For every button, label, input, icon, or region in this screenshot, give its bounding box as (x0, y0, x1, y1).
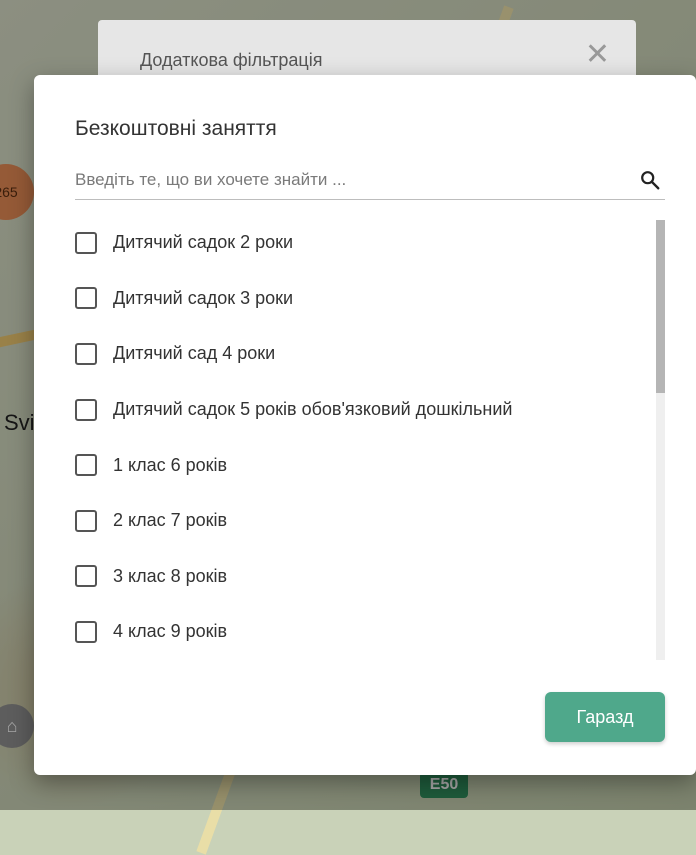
search-icon[interactable] (639, 169, 661, 191)
dialog-title: Безкоштовні заняття (75, 117, 277, 140)
list-item[interactable]: 2 клас 7 років (75, 493, 655, 549)
item-label: 1 клас 6 років (113, 454, 228, 475)
checkbox[interactable] (75, 231, 97, 254)
list-item[interactable]: 4 клас 9 років (75, 604, 655, 660)
checkbox[interactable] (75, 454, 97, 477)
scrollbar-thumb[interactable] (656, 220, 665, 393)
list-item[interactable]: Дитячий садок 5 років обов'язковий дошкі… (75, 382, 655, 438)
item-label: Дитячий садок 3 роки (113, 287, 294, 308)
list-item[interactable]: Дитячий садок 2 роки (75, 215, 655, 271)
checkbox[interactable] (75, 398, 97, 421)
item-label: 3 клас 8 років (113, 565, 228, 586)
checkbox[interactable] (75, 287, 97, 310)
checkbox[interactable] (75, 509, 97, 532)
options-list: Дитячий садок 2 роки Дитячий садок 3 рок… (75, 215, 655, 660)
list-item[interactable]: 3 клас 8 років (75, 549, 655, 605)
checkbox[interactable] (75, 620, 97, 643)
list-item[interactable]: Дитячий садок 3 роки (75, 271, 655, 327)
search-bar (75, 163, 665, 200)
item-label: Дитячий сад 4 роки (113, 343, 276, 364)
item-label: Дитячий садок 2 роки (113, 232, 294, 253)
ok-button[interactable]: Гаразд (545, 692, 665, 742)
list-item[interactable]: Дитячий сад 4 роки (75, 326, 655, 382)
item-label: 2 клас 7 років (113, 510, 228, 531)
free-classes-dialog: Безкоштовні заняття Дитячий садок 2 роки… (34, 75, 696, 775)
item-label: 4 клас 9 років (113, 621, 228, 642)
back-dialog-title: Додаткова фільтрація (140, 50, 323, 70)
scrollbar[interactable] (656, 220, 665, 660)
item-label: Дитячий садок 5 років обов'язковий дошкі… (113, 399, 513, 420)
close-icon[interactable]: ✕ (585, 40, 610, 70)
list-item[interactable]: 1 клас 6 років (75, 437, 655, 493)
checkbox[interactable] (75, 342, 97, 365)
search-input[interactable] (75, 163, 615, 197)
checkbox[interactable] (75, 565, 97, 588)
